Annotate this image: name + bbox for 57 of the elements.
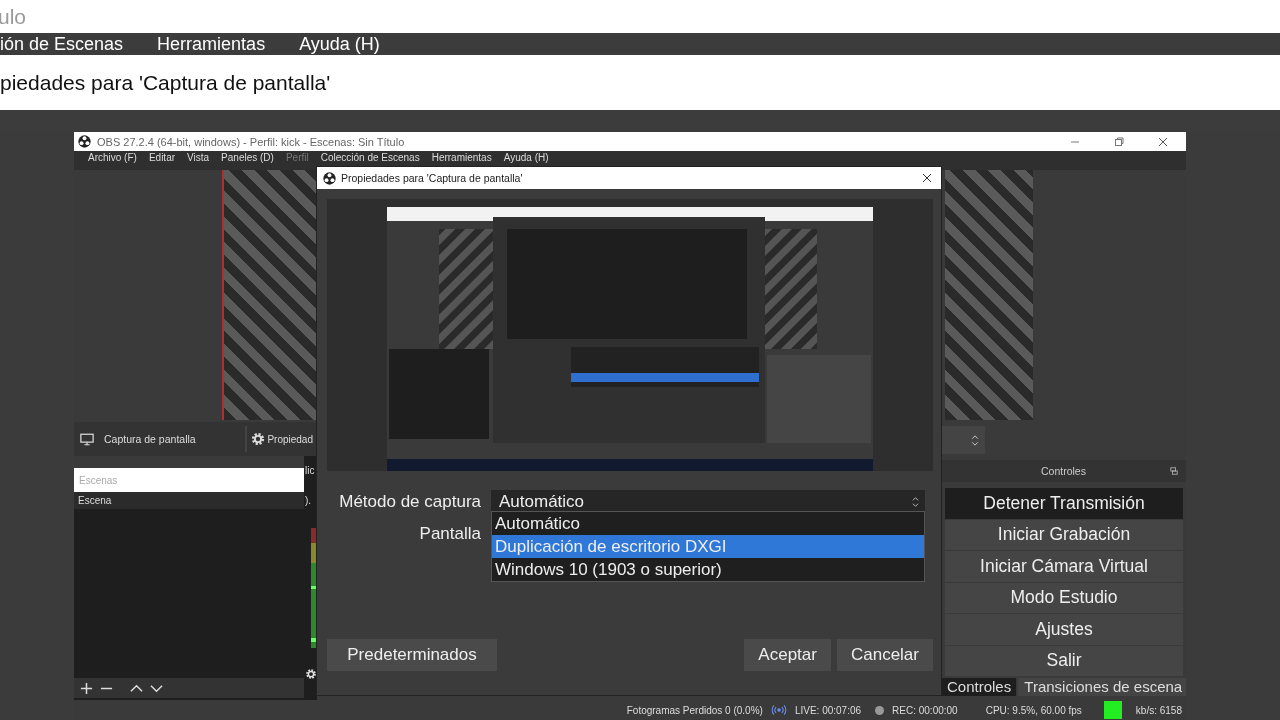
mixer-label: lic [305,464,315,478]
health-indicator [1103,701,1122,719]
field-label: Método de captura [338,492,482,512]
field-label: Pantalla [418,524,482,544]
menu-item[interactable]: Ayuda (H) [299,33,380,55]
caret-icon [912,496,919,508]
menu-item[interactable]: Archivo (F) [82,151,143,164]
menu-item[interactable]: Paneles (D) [215,151,280,164]
dialog-button[interactable]: Aceptar [744,639,831,671]
close-icon[interactable] [1158,136,1168,147]
dock-tab[interactable]: Controles [941,678,1017,696]
broadcast-icon [770,704,787,716]
dropdown-option[interactable]: Automático [492,512,924,535]
control-button[interactable]: Iniciar Cámara Virtual [945,551,1183,582]
window-title: ulo [0,4,27,29]
properties-button[interactable]: Propiedad [251,432,313,446]
mixer-label: ). [305,494,313,508]
monitor-icon [80,432,94,446]
menu-item[interactable]: Herramientas [425,151,498,164]
dropped-frames: Fotogramas Perdidos 0 (0.0%) [626,704,763,716]
dropdown-option[interactable]: Windows 10 (1903 o superior) [492,558,924,581]
menu-item[interactable]: Ayuda (H) [497,151,555,164]
search-field[interactable]: Escenas [74,468,304,492]
add-icon[interactable] [80,681,93,695]
dropdown-option[interactable]: Duplicación de escritorio DXGI [492,535,924,558]
dock-title: Controles [1041,465,1086,477]
gear-icon [251,432,266,446]
control-button[interactable]: Salir [945,645,1183,676]
menu-item[interactable]: Editar [142,151,182,164]
source-name: Captura de pantalla [104,433,196,445]
live-time: LIVE: 00:07:06 [794,704,862,716]
menu-item[interactable]: Vista [181,151,216,164]
restore-icon[interactable] [1114,136,1124,147]
control-button[interactable]: Iniciar Grabación [945,519,1183,550]
menu-item[interactable]: Herramientas [157,33,266,55]
scene-item[interactable]: Escena [74,492,304,509]
record-time: REC: 00:00:00 [892,704,958,716]
logo-icon [78,135,91,148]
dialog-title: piedades para 'Captura de pantalla' [0,70,331,95]
float-icon[interactable] [1170,467,1178,475]
control-button[interactable]: Modo Estudio [945,582,1183,613]
dialog-button[interactable]: Predeterminados [327,639,497,671]
settings-icon[interactable] [305,668,317,680]
menu-item[interactable]: ión de Escenas [0,33,124,55]
logo-icon [323,171,336,185]
dialog-title: Propiedades para 'Captura de pantalla' [341,172,523,184]
control-button[interactable]: Ajustes [945,614,1183,645]
window-title: OBS 27.2.4 (64-bit, windows) - Perfil: kick - Escenas: Sin Título [97,135,405,148]
spinner-arrows-icon [971,433,979,447]
menu-item[interactable]: Colección de Escenas [314,151,426,164]
dialog-button[interactable]: Cancelar [836,639,933,671]
control-button[interactable]: Detener Transmisión [945,488,1183,519]
dock-tab[interactable]: Transiciones de escena [1018,678,1186,696]
record-dot-icon [875,705,885,715]
close-icon[interactable] [922,173,932,183]
cpu-usage: CPU: 9.5%, 60.00 fps [985,704,1082,716]
bitrate: kb/s: 6158 [1135,704,1182,716]
